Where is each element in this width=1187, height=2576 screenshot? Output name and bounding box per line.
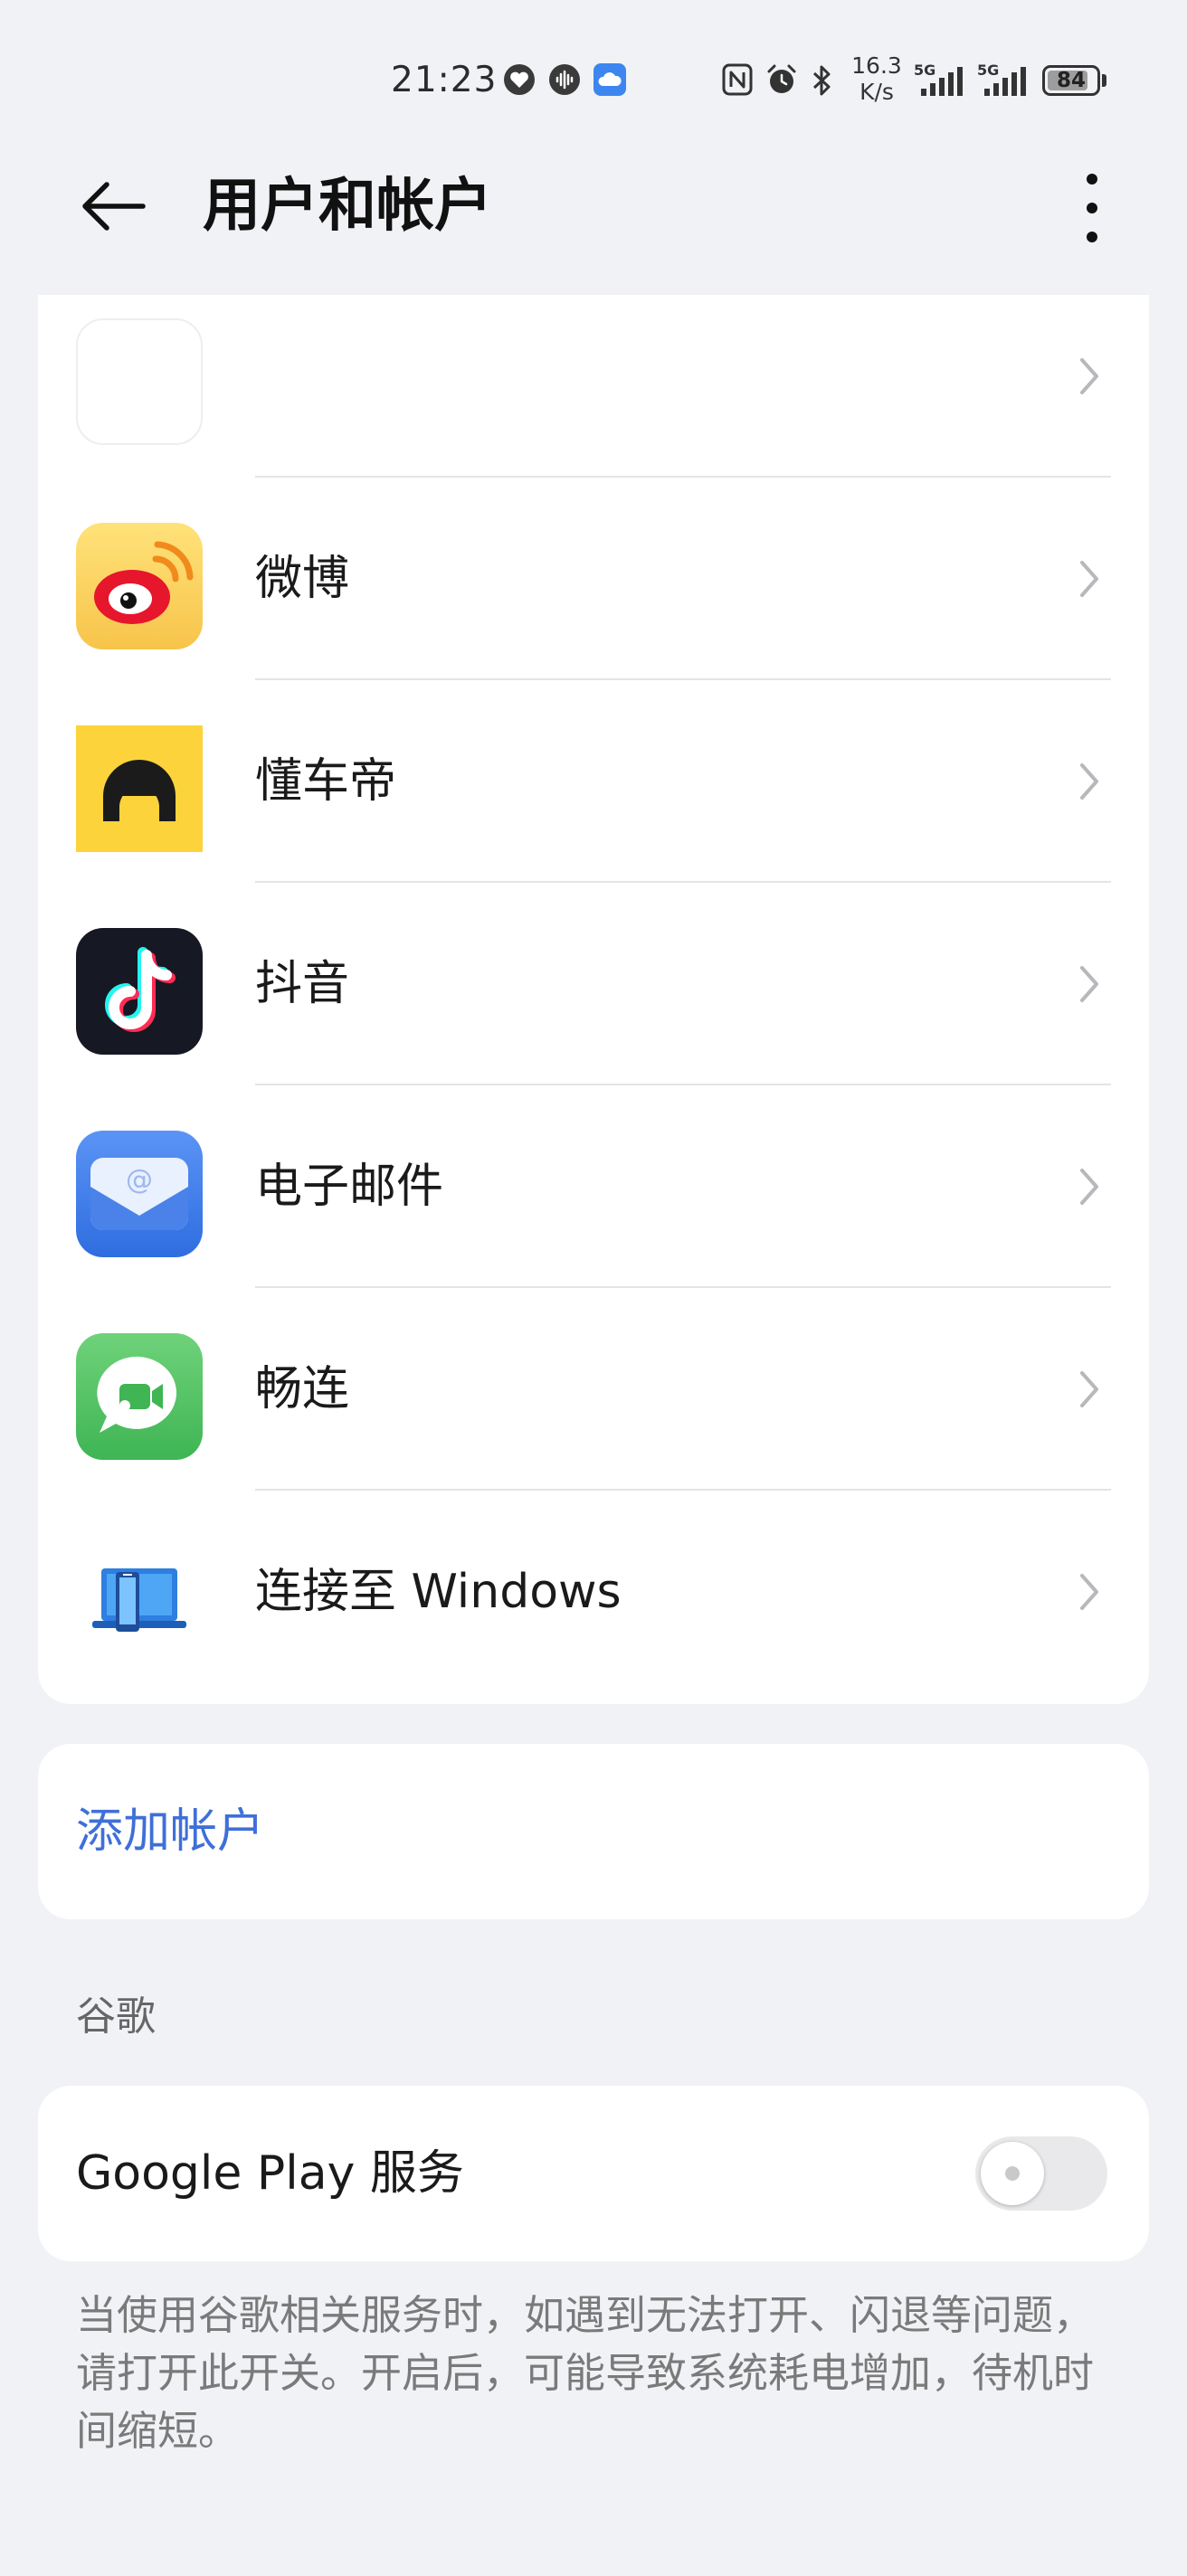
google-services-note: 当使用谷歌相关服务时，如遇到无法打开、闪退等问题，请打开此开关。开启后，可能导致… <box>76 2291 1095 2455</box>
svg-text:@: @ <box>126 1164 153 1196</box>
nfc-icon <box>722 63 753 96</box>
google-play-services-toggle[interactable] <box>975 2136 1107 2211</box>
account-item-blank[interactable] <box>38 295 1149 497</box>
accounts-list: 微博 懂车帝 抖音 @ 电子邮件 畅连 连接至 Windows <box>38 295 1149 1704</box>
more-vertical-icon <box>1087 174 1097 185</box>
network-speed-value: 16.3 <box>851 52 902 79</box>
google-play-services-label: Google Play 服务 <box>76 2146 464 2201</box>
add-account-card[interactable]: 添加帐户 <box>38 1744 1149 1919</box>
chevron-right-icon <box>1080 763 1098 800</box>
network-speed-unit: K/s <box>859 79 894 105</box>
connect-windows-icon <box>76 1536 203 1662</box>
heart-icon <box>504 64 535 95</box>
voice-assistant-icon <box>549 64 580 95</box>
signal-icon <box>921 67 963 96</box>
weibo-icon <box>76 523 203 649</box>
chevron-right-icon <box>1080 358 1098 394</box>
chevron-right-icon <box>1080 966 1098 1002</box>
battery-icon: 84 <box>1042 65 1100 96</box>
alarm-icon <box>767 64 796 93</box>
battery-level: 84 <box>1056 69 1086 92</box>
account-item-douyin[interactable]: 抖音 <box>38 883 1149 1085</box>
douyin-icon <box>76 928 203 1055</box>
blank-app-icon <box>76 318 203 445</box>
chevron-right-icon <box>1080 561 1098 597</box>
status-bar: 21:23 16.3 K/s 5G 5G 84 <box>0 0 1187 163</box>
email-icon: @ <box>76 1131 203 1257</box>
account-label: 连接至 Windows <box>255 1565 622 1619</box>
account-item-connect-windows[interactable]: 连接至 Windows <box>38 1491 1149 1693</box>
account-item-email[interactable]: @ 电子邮件 <box>38 1085 1149 1288</box>
arrow-left-icon <box>82 182 146 231</box>
account-item-weibo[interactable]: 微博 <box>38 478 1149 680</box>
more-dot <box>1087 232 1097 242</box>
account-label: 抖音 <box>255 957 350 1011</box>
account-label: 电子邮件 <box>255 1160 444 1214</box>
more-dot <box>1087 203 1097 213</box>
chevron-right-icon <box>1080 1371 1098 1407</box>
google-play-services-card: Google Play 服务 <box>38 2086 1149 2261</box>
more-options-button[interactable] <box>1073 168 1111 246</box>
signal-icon <box>984 67 1026 96</box>
page-title: 用户和帐户 <box>203 173 492 240</box>
network-speed: 16.3 K/s <box>849 52 905 105</box>
cloud-icon <box>594 63 626 96</box>
add-account-button[interactable]: 添加帐户 <box>76 1744 264 1919</box>
toggle-knob <box>981 2142 1044 2205</box>
account-label: 懂车帝 <box>255 754 397 809</box>
status-time: 21:23 <box>391 60 498 100</box>
account-item-dongchedi[interactable]: 懂车帝 <box>38 680 1149 883</box>
back-button[interactable] <box>76 168 152 244</box>
account-item-changlian[interactable]: 畅连 <box>38 1288 1149 1491</box>
google-section-title: 谷歌 <box>76 1994 156 2040</box>
battery-tip <box>1102 74 1106 87</box>
bluetooth-icon <box>812 65 831 96</box>
account-label: 微博 <box>255 552 350 606</box>
dongchedi-icon <box>76 725 203 852</box>
changlian-icon <box>76 1333 203 1460</box>
account-label: 畅连 <box>255 1362 350 1416</box>
chevron-right-icon <box>1080 1169 1098 1205</box>
chevron-right-icon <box>1080 1574 1098 1610</box>
